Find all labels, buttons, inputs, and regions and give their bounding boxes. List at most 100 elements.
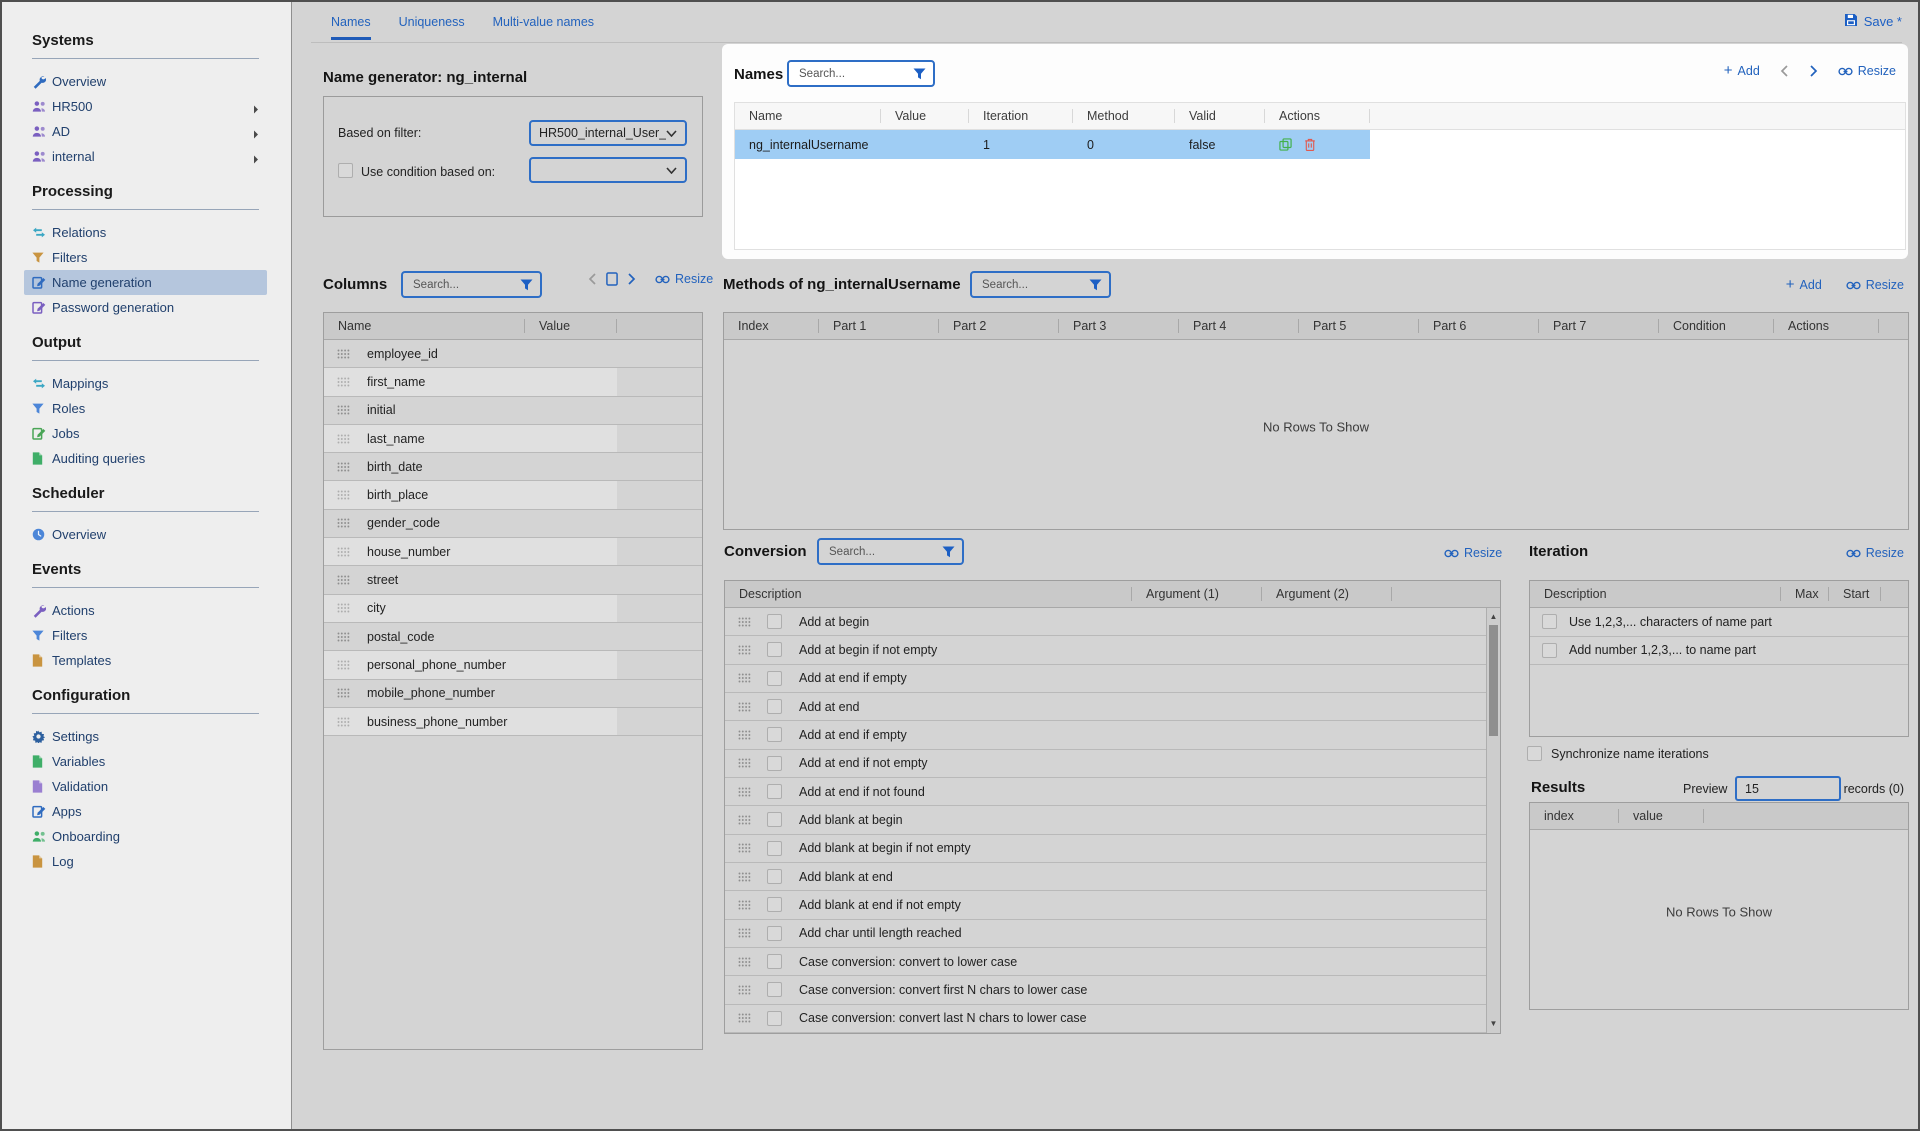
copy-icon[interactable] [1279, 138, 1292, 151]
methods-search-input[interactable] [980, 278, 1089, 292]
column-header-index[interactable]: index [1530, 803, 1619, 829]
columns-table-row[interactable]: employee_id [324, 340, 702, 368]
sidebar-item-processing-name-generation[interactable]: Name generation [24, 270, 267, 295]
iteration-row-checkbox[interactable] [1542, 643, 1557, 658]
column-header-part-6[interactable]: Part 6 [1419, 313, 1539, 339]
save-button[interactable]: Save * [1844, 13, 1902, 30]
drag-handle-icon[interactable] [738, 1013, 751, 1023]
conversion-table-row[interactable]: Add blank at begin [725, 806, 1486, 834]
columns-table-row[interactable]: city [324, 595, 702, 623]
columns-table-row[interactable]: personal_phone_number [324, 651, 702, 679]
column-header-value[interactable]: value [1619, 803, 1704, 829]
conversion-scrollbar[interactable]: ▲ ▼ [1486, 608, 1500, 1033]
column-header-value[interactable]: Value [881, 103, 969, 129]
column-header-start[interactable]: Start [1829, 581, 1881, 607]
column-header-part-1[interactable]: Part 1 [819, 313, 939, 339]
columns-table-row[interactable]: house_number [324, 538, 702, 566]
methods-add-button[interactable]: +Add [1786, 278, 1822, 292]
columns-search-input[interactable] [411, 278, 520, 292]
conversion-search-input[interactable] [827, 545, 942, 559]
drag-handle-icon[interactable] [738, 758, 751, 768]
scroll-up-icon[interactable]: ▲ [1487, 610, 1500, 624]
column-header-actions[interactable]: Actions [1265, 103, 1370, 129]
columns-table-row[interactable]: first_name [324, 368, 702, 396]
conversion-row-checkbox[interactable] [767, 727, 782, 742]
conversion-table-row[interactable]: Case conversion: convert first N chars t… [725, 976, 1486, 1004]
conversion-table-row[interactable]: Case conversion: convert last N chars to… [725, 1005, 1486, 1033]
use-condition-checkbox[interactable] [338, 163, 353, 178]
conversion-table-row[interactable]: Add at begin if not empty [725, 636, 1486, 664]
conversion-row-checkbox[interactable] [767, 614, 782, 629]
conversion-table-row[interactable]: Case conversion: convert to lower case [725, 948, 1486, 976]
methods-resize-button[interactable]: Resize [1846, 278, 1904, 292]
sidebar-item-output-mappings[interactable]: Mappings [24, 371, 267, 396]
preview-count-input[interactable] [1735, 776, 1841, 801]
scrollbar-thumb[interactable] [1489, 625, 1498, 736]
conversion-row-checkbox[interactable] [767, 1011, 782, 1026]
drag-handle-icon[interactable] [738, 702, 751, 712]
columns-table-row[interactable]: gender_code [324, 510, 702, 538]
conversion-row-checkbox[interactable] [767, 897, 782, 912]
conversion-resize-button[interactable]: Resize [1444, 546, 1502, 560]
conversion-table-row[interactable]: Add at end if not found [725, 778, 1486, 806]
conversion-row-checkbox[interactable] [767, 841, 782, 856]
sidebar-item-systems-internal[interactable]: internal [24, 144, 267, 169]
sidebar-item-scheduler-overview[interactable]: Overview [24, 522, 267, 547]
conversion-row-checkbox[interactable] [767, 699, 782, 714]
columns-table-row[interactable]: birth_date [324, 453, 702, 481]
columns-table-row[interactable]: last_name [324, 425, 702, 453]
column-header-value[interactable]: Value [525, 313, 617, 339]
column-header-part-2[interactable]: Part 2 [939, 313, 1059, 339]
columns-prev-button[interactable] [588, 273, 597, 285]
condition-dropdown[interactable] [529, 157, 687, 183]
sidebar-item-processing-relations[interactable]: Relations [24, 220, 267, 245]
column-header-iteration[interactable]: Iteration [969, 103, 1073, 129]
column-header-argument-2[interactable]: Argument (2) [1262, 581, 1392, 607]
conversion-table-row[interactable]: Add blank at end if not empty [725, 891, 1486, 919]
drag-handle-icon[interactable] [738, 985, 751, 995]
conversion-row-checkbox[interactable] [767, 784, 782, 799]
conversion-table-row[interactable]: Add blank at end [725, 863, 1486, 891]
conversion-row-checkbox[interactable] [767, 869, 782, 884]
names-search-input[interactable] [797, 67, 913, 81]
drag-handle-icon[interactable] [738, 928, 751, 938]
columns-resize-button[interactable]: Resize [655, 272, 713, 286]
drag-handle-icon[interactable] [738, 787, 751, 797]
drag-handle-icon[interactable] [738, 617, 751, 627]
sidebar-item-configuration-variables[interactable]: Variables [24, 749, 267, 774]
drag-handle-icon[interactable] [337, 575, 350, 585]
iteration-resize-button[interactable]: Resize [1846, 546, 1904, 560]
iteration-table-row[interactable]: Add number 1,2,3,... to name part [1530, 637, 1908, 666]
column-header-description[interactable]: Description [725, 581, 1132, 607]
sidebar-item-events-actions[interactable]: Actions [24, 598, 267, 623]
column-header-name[interactable]: Name [324, 313, 525, 339]
tab-names[interactable]: Names [331, 15, 371, 40]
drag-handle-icon[interactable] [337, 405, 350, 415]
sidebar-item-processing-filters[interactable]: Filters [24, 245, 267, 270]
scroll-down-icon[interactable]: ▼ [1487, 1017, 1500, 1031]
conversion-row-checkbox[interactable] [767, 954, 782, 969]
drag-handle-icon[interactable] [337, 462, 350, 472]
column-header-condition[interactable]: Condition [1659, 313, 1774, 339]
drag-handle-icon[interactable] [738, 872, 751, 882]
column-header-description[interactable]: Description [1530, 581, 1781, 607]
columns-table-row[interactable]: business_phone_number [324, 708, 702, 736]
column-header-actions[interactable]: Actions [1774, 313, 1879, 339]
column-header-part-4[interactable]: Part 4 [1179, 313, 1299, 339]
drag-handle-icon[interactable] [738, 645, 751, 655]
column-header-name[interactable]: Name [735, 103, 881, 129]
column-header-part-3[interactable]: Part 3 [1059, 313, 1179, 339]
drag-handle-icon[interactable] [337, 349, 350, 359]
column-header-part-7[interactable]: Part 7 [1539, 313, 1659, 339]
tab-uniqueness[interactable]: Uniqueness [399, 15, 465, 40]
columns-table-row[interactable]: birth_place [324, 481, 702, 509]
columns-page-button[interactable] [606, 272, 618, 286]
conversion-table-row[interactable]: Add at end if empty [725, 721, 1486, 749]
sidebar-item-output-roles[interactable]: Roles [24, 396, 267, 421]
tab-multi-value-names[interactable]: Multi-value names [493, 15, 594, 40]
columns-table-row[interactable]: initial [324, 397, 702, 425]
sidebar-item-configuration-settings[interactable]: Settings [24, 724, 267, 749]
conversion-table-row[interactable]: Add at begin [725, 608, 1486, 636]
names-next-button[interactable] [1809, 65, 1818, 77]
drag-handle-icon[interactable] [337, 688, 350, 698]
